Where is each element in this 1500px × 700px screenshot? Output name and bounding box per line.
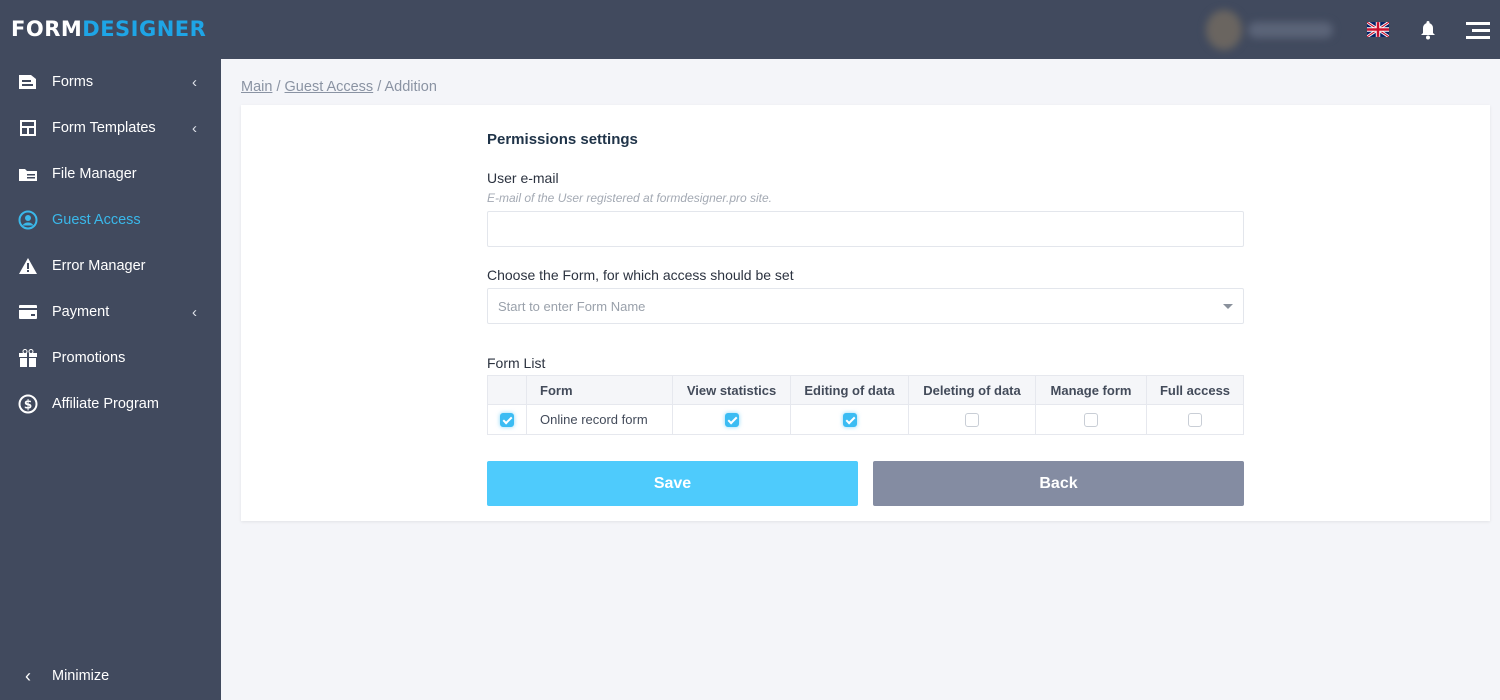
avatar [1206,10,1242,50]
forms-icon [18,72,38,92]
permissions-card: Permissions settings User e-mail E-mail … [241,105,1490,521]
email-hint: E-mail of the User registered at formdes… [487,191,773,205]
manage-checkbox[interactable] [1084,413,1098,428]
table-row: Online record form [487,404,1244,435]
sidebar-item-error-manager[interactable]: Error Manager [0,243,221,289]
column-full-access: Full access [1146,375,1244,405]
sidebar-item-file-manager[interactable]: File Manager [0,151,221,197]
sidebar: Forms ‹ Form Templates ‹ File Manager Gues… [0,59,221,700]
chevron-left-icon: ‹ [25,665,31,686]
back-button[interactable]: Back [873,461,1244,506]
menu-icon[interactable] [1466,22,1490,39]
chevron-left-icon: ‹ [192,303,197,321]
form-list-table: Form View statistics Editing of data Del… [487,375,1244,435]
breadcrumb-main[interactable]: Main [241,79,272,95]
caret-down-icon [1223,304,1233,309]
column-manage: Manage form [1035,375,1147,405]
svg-text:$: $ [24,398,32,412]
page-title: Permissions settings [487,131,638,148]
column-editing: Editing of data [790,375,909,405]
chevron-left-icon: ‹ [192,119,197,137]
email-label: User e-mail [487,170,559,186]
column-form: Form [526,375,673,405]
sidebar-item-form-templates[interactable]: Form Templates ‹ [0,105,221,151]
breadcrumb-guest-access[interactable]: Guest Access [285,79,374,95]
column-deleting: Deleting of data [908,375,1036,405]
sidebar-item-payment[interactable]: Payment ‹ [0,289,221,335]
warning-icon [18,256,38,276]
chevron-left-icon: ‹ [192,73,197,91]
gift-icon [18,348,38,368]
table-header: Form View statistics Editing of data Del… [487,375,1244,405]
sidebar-item-guest-access[interactable]: Guest Access [0,197,221,243]
top-header: FORMDESIGNER [0,0,1500,59]
logo[interactable]: FORMDESIGNER [11,17,206,41]
breadcrumb: Main / Guest Access / Addition [241,79,437,95]
bell-icon[interactable] [1418,20,1438,40]
deleting-checkbox[interactable] [965,413,979,428]
sidebar-item-promotions[interactable]: Promotions [0,335,221,381]
editing-checkbox[interactable] [842,413,857,428]
form-list-label: Form List [487,355,546,371]
sidebar-item-affiliate-program[interactable]: $ Affiliate Program [0,381,221,427]
column-select [487,375,527,405]
uk-flag-icon[interactable] [1367,22,1389,37]
column-view-statistics: View statistics [672,375,791,405]
user-name-blurred [1248,22,1333,38]
view-statistics-checkbox[interactable] [724,413,739,428]
full-access-checkbox[interactable] [1188,413,1202,428]
templates-icon [18,118,38,138]
user-circle-icon [18,210,38,230]
minimize-button[interactable]: ‹ Minimize [0,653,221,699]
card-icon [18,302,38,322]
email-input[interactable] [487,211,1244,247]
dollar-icon: $ [18,394,38,414]
form-select[interactable]: Start to enter Form Name [487,288,1244,324]
breadcrumb-current: Addition [384,79,437,95]
sidebar-item-forms[interactable]: Forms ‹ [0,59,221,105]
folder-icon [18,164,38,184]
form-name: Online record form [526,404,673,435]
save-button[interactable]: Save [487,461,858,506]
choose-form-label: Choose the Form, for which access should… [487,267,794,283]
user-profile[interactable] [1198,8,1338,52]
row-select-checkbox[interactable] [500,413,514,428]
